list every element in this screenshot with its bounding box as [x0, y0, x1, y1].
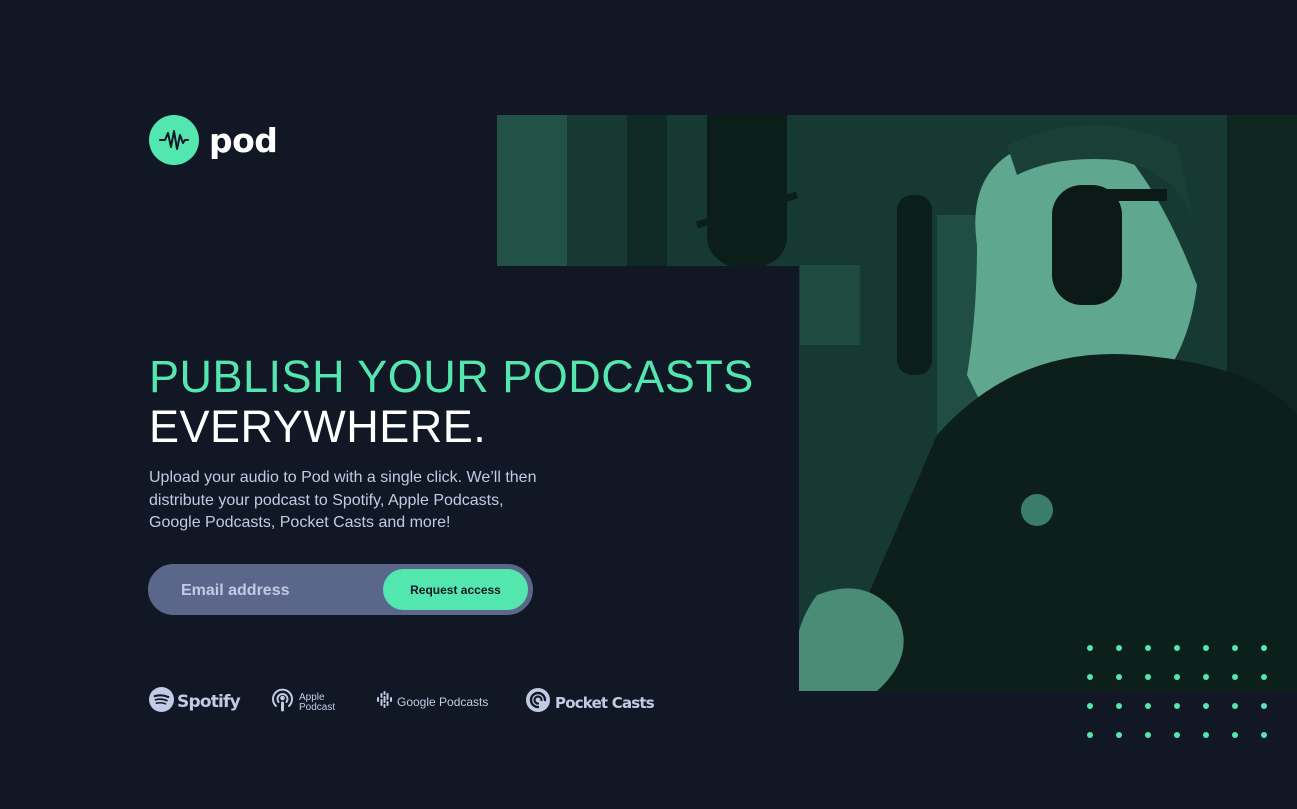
waveform-icon — [149, 115, 199, 165]
platform-spotify: Spotify — [149, 687, 241, 717]
decorative-dot — [1116, 703, 1122, 709]
platform-name: Apple Podcast — [299, 691, 336, 713]
headline-accent: PUBLISH YOUR PODCASTS — [149, 351, 754, 402]
decorative-dot — [1087, 732, 1093, 738]
decorative-dot — [1087, 674, 1093, 680]
hero-headline: PUBLISH YOUR PODCASTS EVERYWHERE. — [149, 352, 754, 452]
decorative-dot — [1232, 732, 1238, 738]
platform-name: Google Podcasts — [397, 695, 489, 709]
decorative-dot — [1232, 645, 1238, 651]
decorative-dot — [1145, 732, 1151, 738]
decorative-dot — [1145, 674, 1151, 680]
decorative-dot — [1261, 674, 1267, 680]
decorative-dot — [1087, 703, 1093, 709]
platform-apple-podcast: Apple Podcast — [271, 687, 347, 718]
pocket-casts-icon — [526, 688, 550, 717]
platform-pocket-casts: Pocket Casts — [526, 688, 655, 717]
decorative-dot — [1174, 703, 1180, 709]
decorative-dot — [1261, 732, 1267, 738]
decorative-dot — [1145, 703, 1151, 709]
platform-name: Spotify — [177, 692, 241, 712]
decorative-dot — [1261, 703, 1267, 709]
decorative-dot — [1174, 674, 1180, 680]
platform-name: Pocket Casts — [555, 693, 655, 712]
google-podcasts-icon — [376, 691, 393, 713]
platform-google-podcasts: Google Podcasts — [376, 691, 488, 713]
decorative-dot-pattern — [1087, 645, 1297, 745]
headline-main: EVERYWHERE. — [149, 401, 487, 452]
decorative-dot — [1232, 703, 1238, 709]
brand-name: pod — [209, 120, 278, 160]
decorative-dot — [1203, 703, 1209, 709]
hero-description: Upload your audio to Pod with a single c… — [149, 469, 537, 531]
decorative-dot — [1116, 732, 1122, 738]
decorative-dot — [1174, 645, 1180, 651]
request-access-button[interactable]: Request access — [383, 569, 528, 610]
signup-form: Request access — [148, 564, 533, 615]
decorative-dot — [1203, 645, 1209, 651]
decorative-dot — [1087, 645, 1093, 651]
brand-logo[interactable]: pod — [149, 115, 278, 165]
decorative-dot — [1116, 645, 1122, 651]
decorative-dot — [1145, 645, 1151, 651]
decorative-dot — [1116, 674, 1122, 680]
decorative-dot — [1203, 674, 1209, 680]
decorative-dot — [1261, 645, 1267, 651]
apple-podcast-icon — [271, 687, 294, 718]
spotify-icon — [149, 687, 174, 717]
decorative-dot — [1203, 732, 1209, 738]
decorative-dot — [1232, 674, 1238, 680]
decorative-dot — [1174, 732, 1180, 738]
email-input[interactable] — [179, 579, 373, 603]
